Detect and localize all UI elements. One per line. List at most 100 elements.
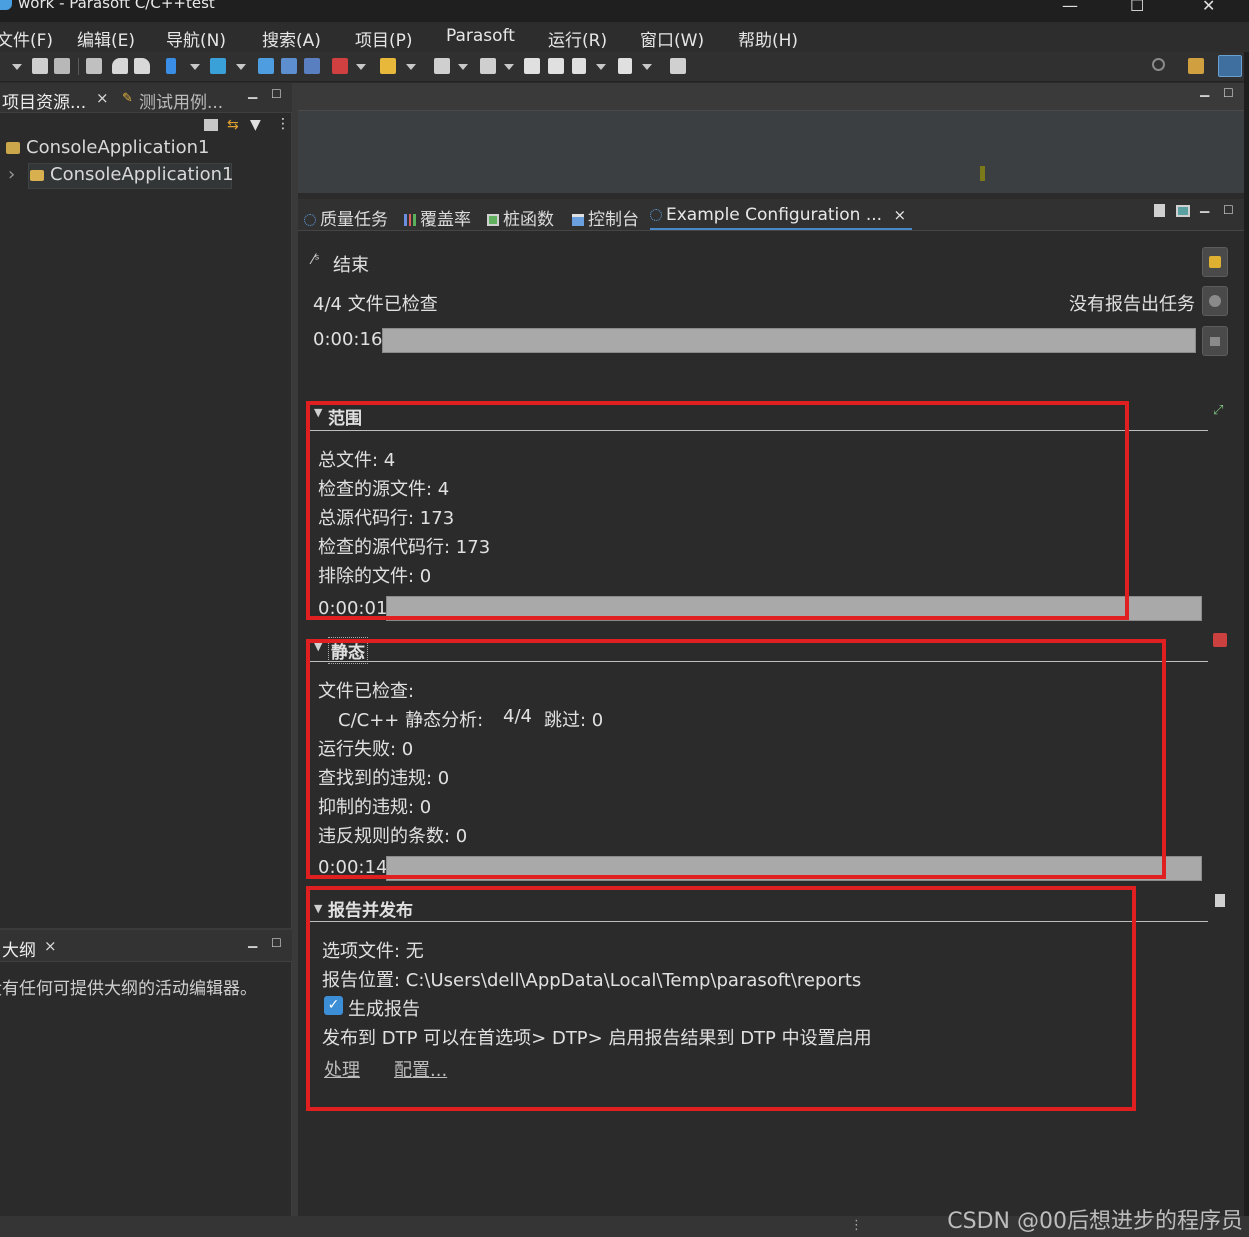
annotation-dropdown-icon[interactable]: [458, 64, 468, 70]
parasoft-perspective-icon[interactable]: [1218, 55, 1242, 77]
minimize-view-icon[interactable]: ▁: [248, 934, 257, 948]
pin-dropdown-icon[interactable]: [504, 64, 514, 70]
close-icon[interactable]: ×: [44, 937, 57, 955]
close-icon[interactable]: ×: [893, 206, 906, 224]
status-grip-icon[interactable]: ⋮: [850, 1218, 863, 1233]
menu-bar: 文件(F) 编辑(E) 导航(N) 搜索(A) 项目(P) Parasoft 运…: [0, 22, 1249, 52]
outline-empty-message: 没有任何可提供大纲的活动编辑器。: [0, 979, 257, 999]
external-tools-icon[interactable]: [332, 58, 348, 74]
menu-project[interactable]: 项目(P): [355, 26, 413, 51]
app-icon: [0, 0, 12, 10]
stubs-icon: [487, 214, 499, 226]
search-icon[interactable]: [1152, 58, 1165, 71]
menu-window[interactable]: 窗口(W): [640, 26, 704, 51]
progress-view: ⁄ˢ 结束 4/4 文件已检查 没有报告出任务 0:00:16 ▼ 范围 ⤢ 总…: [298, 231, 1244, 1216]
debug-dropdown-icon[interactable]: [236, 64, 246, 70]
build-icon[interactable]: [86, 58, 102, 74]
collapse-all-icon[interactable]: [204, 119, 218, 131]
next-annotation-icon[interactable]: [548, 58, 564, 74]
marker-dropdown-icon[interactable]: [406, 64, 416, 70]
marker-icon[interactable]: [380, 58, 396, 74]
scope-action-icon[interactable]: ⤢: [1213, 403, 1227, 418]
outline-tab-bar: 大纲 × ▁ ☐: [0, 930, 292, 962]
static-action-icon[interactable]: [1213, 633, 1227, 647]
quality-tasks-icon: [304, 214, 316, 226]
dropdown-icon[interactable]: [12, 64, 22, 70]
tab-quality-tasks[interactable]: 质量任务: [304, 205, 388, 230]
link-editor-icon[interactable]: ⇆: [227, 117, 239, 133]
maximize-view-icon[interactable]: ☐: [271, 87, 282, 101]
forward-dropdown-icon[interactable]: [642, 64, 652, 70]
test-history-icon[interactable]: [304, 58, 320, 74]
undo-icon[interactable]: [112, 58, 128, 74]
test-icon[interactable]: [258, 58, 274, 74]
debug-icon[interactable]: [210, 58, 226, 74]
status-text: 结束: [333, 255, 369, 276]
files-checked-text: 4/4 文件已检查: [313, 294, 438, 315]
report-action-icon[interactable]: [1215, 894, 1225, 907]
menu-search[interactable]: 搜索(A): [262, 26, 321, 51]
no-tasks-text: 没有报告出任务: [1069, 294, 1195, 315]
maximize-view-icon[interactable]: ☐: [271, 936, 282, 950]
pin-icon[interactable]: [480, 58, 496, 74]
tab-stubs[interactable]: 桩函数: [487, 205, 554, 230]
user-icon: [1209, 295, 1221, 307]
save-all-icon[interactable]: [54, 58, 70, 74]
menu-parasoft[interactable]: Parasoft: [446, 26, 515, 46]
overall-progress-bar: [382, 328, 1196, 353]
view-mode-icon[interactable]: [1176, 205, 1190, 217]
back-dropdown-icon[interactable]: [596, 64, 606, 70]
tab-coverage[interactable]: 覆盖率: [404, 205, 471, 230]
highlight-box: [306, 401, 1129, 620]
minimize-view-icon[interactable]: ▁: [1200, 199, 1209, 213]
minimize-view-icon[interactable]: ▁: [248, 85, 257, 99]
project-folder-icon: [30, 170, 44, 181]
run-icon[interactable]: [166, 58, 176, 74]
menu-file[interactable]: 文件(F): [0, 26, 53, 51]
editor-tab-bar: ▁ ☐: [298, 83, 1244, 111]
menu-navigate[interactable]: 导航(N): [166, 26, 226, 51]
prev-annotation-icon[interactable]: [524, 58, 540, 74]
redo-icon[interactable]: [134, 58, 150, 74]
tree-item-label: ConsoleApplication1: [26, 137, 210, 158]
perspective-icon[interactable]: [1188, 58, 1204, 74]
project-explorer-panel: 项目资源... × ✎ 测试用例... ▁ ☐ ⇆ ▼ ⋮ ConsoleApp…: [0, 83, 292, 928]
stop-button[interactable]: [1202, 326, 1228, 356]
menu-help[interactable]: 帮助(H): [738, 26, 798, 51]
open-perspective-icon[interactable]: [670, 58, 686, 74]
console-icon: [572, 214, 584, 226]
back-icon[interactable]: [572, 58, 586, 74]
tab-test-cases[interactable]: 测试用例...: [139, 88, 223, 113]
tab-console[interactable]: 控制台: [572, 205, 639, 230]
annotation-icon[interactable]: [434, 58, 450, 74]
view-menu-icon[interactable]: ⋮: [276, 116, 290, 132]
results-icon: [1209, 256, 1221, 268]
expand-icon[interactable]: ›: [8, 164, 15, 185]
close-icon[interactable]: ✕: [1202, 0, 1215, 15]
tab-project-explorer[interactable]: 项目资源...: [2, 88, 86, 113]
go-to-results-button[interactable]: [1202, 247, 1228, 277]
tab-example-configuration[interactable]: Example Configuration ... ×: [650, 205, 912, 230]
maximize-icon[interactable]: ☐: [1130, 0, 1144, 15]
minimize-icon[interactable]: —: [1062, 0, 1078, 15]
forward-icon[interactable]: [618, 58, 632, 74]
tasks-button[interactable]: [1202, 286, 1228, 316]
test-config-icon[interactable]: [281, 58, 297, 74]
clipboard-icon[interactable]: [1154, 204, 1165, 217]
close-icon[interactable]: ×: [96, 89, 109, 107]
coverage-icon: [404, 214, 416, 226]
menu-edit[interactable]: 编辑(E): [77, 26, 135, 51]
external-dropdown-icon[interactable]: [356, 64, 366, 70]
run-dropdown-icon[interactable]: [190, 64, 200, 70]
editor-marker: [980, 166, 985, 181]
window-edge: [1244, 52, 1249, 1216]
tab-outline[interactable]: 大纲: [2, 936, 36, 961]
menu-run[interactable]: 运行(R): [548, 26, 607, 51]
maximize-view-icon[interactable]: ☐: [1223, 86, 1234, 100]
minimize-view-icon[interactable]: ▁: [1200, 83, 1209, 97]
filter-icon[interactable]: ▼: [250, 117, 261, 133]
maximize-view-icon[interactable]: ☐: [1223, 203, 1234, 217]
views-tab-bar: 质量任务 覆盖率 桩函数 控制台 Example Configuration .…: [298, 199, 1244, 231]
save-icon[interactable]: [32, 58, 48, 74]
project-explorer-toolbar: ⇆ ▼ ⋮: [0, 113, 292, 137]
